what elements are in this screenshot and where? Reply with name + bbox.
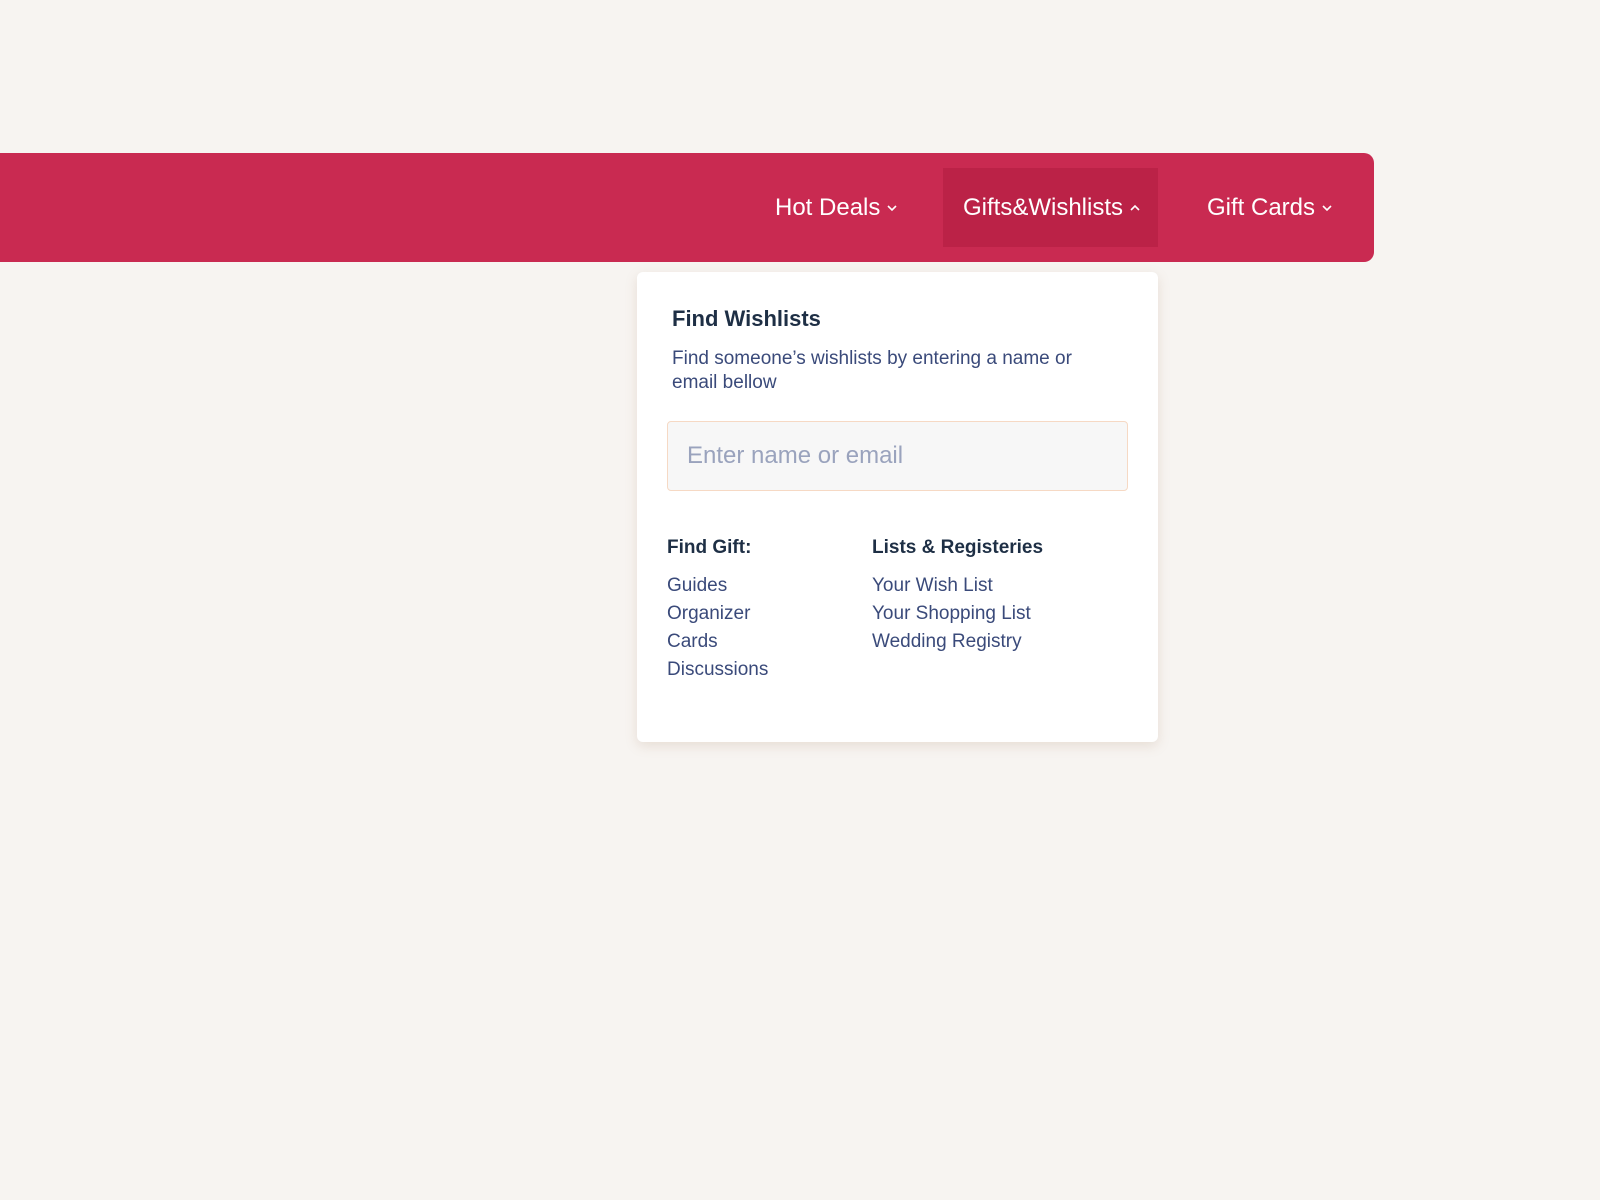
nav-hot-deals-label: Hot Deals [775, 193, 881, 221]
chevron-down-icon [886, 204, 898, 212]
lists-registries-column: Lists & Registeries Your Wish List Your … [872, 536, 1043, 656]
chevron-down-icon [1321, 204, 1333, 212]
lists-registries-heading: Lists & Registeries [872, 537, 1044, 558]
find-gift-column: Find Gift: Guides Organizer Cards Discus… [667, 536, 768, 684]
link-discussions[interactable]: Discussions [667, 656, 768, 684]
link-your-shopping-list[interactable]: Your Shopping List [872, 600, 1043, 628]
link-wedding-registry[interactable]: Wedding Registry [872, 628, 1043, 656]
nav-hot-deals[interactable]: Hot Deals [775, 168, 898, 247]
main-navbar: Hot Deals Gifts&Wishlists Gift Cards [0, 153, 1374, 262]
find-gift-heading: Find Gift: [667, 537, 752, 558]
nav-gifts-wishlists[interactable]: Gifts&Wishlists [943, 168, 1158, 247]
gifts-wishlists-dropdown: Find Wishlists Find someone’s wishlists … [637, 272, 1158, 742]
nav-gift-cards[interactable]: Gift Cards [1207, 168, 1333, 247]
chevron-up-icon [1129, 204, 1141, 212]
wishlist-search-input[interactable] [667, 421, 1128, 491]
nav-gifts-wishlists-label: Gifts&Wishlists [963, 193, 1124, 221]
dropdown-description: Find someone’s wishlists by entering a n… [672, 348, 1072, 393]
link-your-wish-list[interactable]: Your Wish List [872, 572, 1043, 600]
nav-gift-cards-label: Gift Cards [1207, 193, 1316, 221]
link-guides[interactable]: Guides [667, 572, 768, 600]
link-organizer[interactable]: Organizer [667, 600, 768, 628]
link-cards[interactable]: Cards [667, 628, 768, 656]
dropdown-title: Find Wishlists [672, 306, 821, 331]
